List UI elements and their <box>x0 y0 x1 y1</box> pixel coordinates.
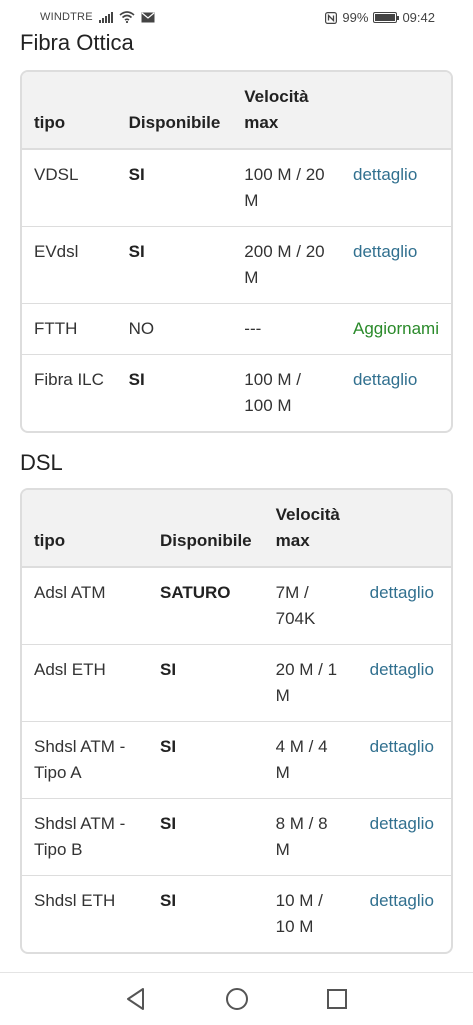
carrier-name: WINDTRE <box>40 11 93 23</box>
col-header-tipo: tipo <box>22 72 117 150</box>
table-header-row: tipo Disponibile Velocità max <box>22 72 451 150</box>
aggiornami-link[interactable]: Aggiornami <box>353 319 439 338</box>
cell-velocita: 7M / 704K <box>275 583 316 628</box>
cell-velocita: --- <box>232 303 341 355</box>
table-row: EVdsl SI 200 M / 20 M dettaglio <box>22 226 451 304</box>
table-row: Fibra ILC SI 100 M / 100 M dettaglio <box>22 354 451 431</box>
dettaglio-link[interactable]: dettaglio <box>353 242 417 261</box>
mail-icon <box>141 12 155 22</box>
signal-icon <box>98 11 113 23</box>
cell-tipo: VDSL <box>34 165 79 184</box>
col-header-velocita: Velocità max <box>263 490 358 568</box>
col-header-action <box>357 490 451 568</box>
section-title-dsl: DSL <box>20 450 63 475</box>
cell-tipo: EVdsl <box>22 226 117 304</box>
col-header-disponibile: Disponibile <box>148 490 264 568</box>
dettaglio-link[interactable]: dettaglio <box>370 583 434 602</box>
fibra-table: tipo Disponibile Velocità max VDSL SI 10… <box>22 72 451 431</box>
col-header-action <box>341 72 451 150</box>
cell-velocita: 100 M / 100 M <box>232 354 341 431</box>
table-row: Adsl ATM SATURO 7M / 704K dettaglio <box>22 567 451 645</box>
table-row: VDSL SI 100 M / 20 M dettaglio <box>22 149 451 227</box>
cell-tipo: Adsl ETH <box>22 644 148 722</box>
table-row: Shdsl ETH SI 10 M / 10 M dettaglio <box>22 875 451 952</box>
clock: 09:42 <box>402 10 435 25</box>
cell-velocita: 10 M / 10 M <box>263 875 358 952</box>
battery-percent: 99% <box>342 10 369 25</box>
cell-velocita: 20 M / 1 M <box>263 644 358 722</box>
cell-disponibile: SI <box>128 165 145 184</box>
navigation-bar <box>0 972 473 1025</box>
battery-icon <box>373 12 400 23</box>
dettaglio-link[interactable]: dettaglio <box>353 370 417 389</box>
table-row: FTTH NO --- Aggiornami <box>22 303 451 355</box>
cell-disponibile: SI <box>148 798 264 876</box>
cell-disponibile: SI <box>148 875 264 952</box>
dsl-table: tipo Disponibile Velocità max Adsl ATM S… <box>22 490 451 952</box>
cell-velocita: 8 M / 8 M <box>263 798 358 876</box>
cell-disponibile: SI <box>116 226 233 304</box>
dettaglio-link[interactable]: dettaglio <box>353 165 417 184</box>
dettaglio-link[interactable]: dettaglio <box>370 814 434 833</box>
back-triangle-icon[interactable] <box>123 986 149 1012</box>
cell-disponibile: SATURO <box>160 583 231 602</box>
status-left: WINDTRE <box>40 11 155 23</box>
col-header-disponibile: Disponibile <box>116 72 233 150</box>
cell-tipo: Shdsl ATM - Tipo B <box>22 798 148 876</box>
cell-tipo: Adsl ATM <box>34 583 106 602</box>
dsl-table-card: tipo Disponibile Velocità max Adsl ATM S… <box>20 488 453 954</box>
status-bar: WINDTRE 99% 09:42 <box>0 0 473 34</box>
dettaglio-link[interactable]: dettaglio <box>370 737 434 756</box>
section-title-fibra: Fibra Ottica <box>20 30 134 55</box>
cell-tipo: Fibra ILC <box>22 354 117 431</box>
status-right: 99% 09:42 <box>325 10 435 25</box>
cell-tipo: Shdsl ATM - Tipo A <box>22 721 148 799</box>
nfc-icon <box>325 11 338 24</box>
home-circle-icon[interactable] <box>224 986 250 1012</box>
col-header-velocita: Velocità max <box>232 72 341 150</box>
cell-velocita: 4 M / 4 M <box>263 721 358 799</box>
cell-disponibile: SI <box>148 644 264 722</box>
cell-velocita: 200 M / 20 M <box>232 226 341 304</box>
dettaglio-link[interactable]: dettaglio <box>370 891 434 910</box>
cell-velocita: 100 M / 20 M <box>244 165 325 210</box>
table-header-row: tipo Disponibile Velocità max <box>22 490 451 568</box>
wifi-icon <box>119 11 135 23</box>
col-header-tipo: tipo <box>22 490 148 568</box>
dettaglio-link[interactable]: dettaglio <box>370 660 434 679</box>
cell-tipo: FTTH <box>22 303 117 355</box>
recents-square-icon[interactable] <box>324 986 350 1012</box>
cell-disponibile: SI <box>116 354 233 431</box>
table-row: Shdsl ATM - Tipo A SI 4 M / 4 M dettagli… <box>22 721 451 799</box>
cell-tipo: Shdsl ETH <box>22 875 148 952</box>
fibra-table-card: tipo Disponibile Velocità max VDSL SI 10… <box>20 70 453 433</box>
table-row: Adsl ETH SI 20 M / 1 M dettaglio <box>22 644 451 722</box>
cell-disponibile: NO <box>116 303 233 355</box>
table-row: Shdsl ATM - Tipo B SI 8 M / 8 M dettagli… <box>22 798 451 876</box>
cell-disponibile: SI <box>148 721 264 799</box>
